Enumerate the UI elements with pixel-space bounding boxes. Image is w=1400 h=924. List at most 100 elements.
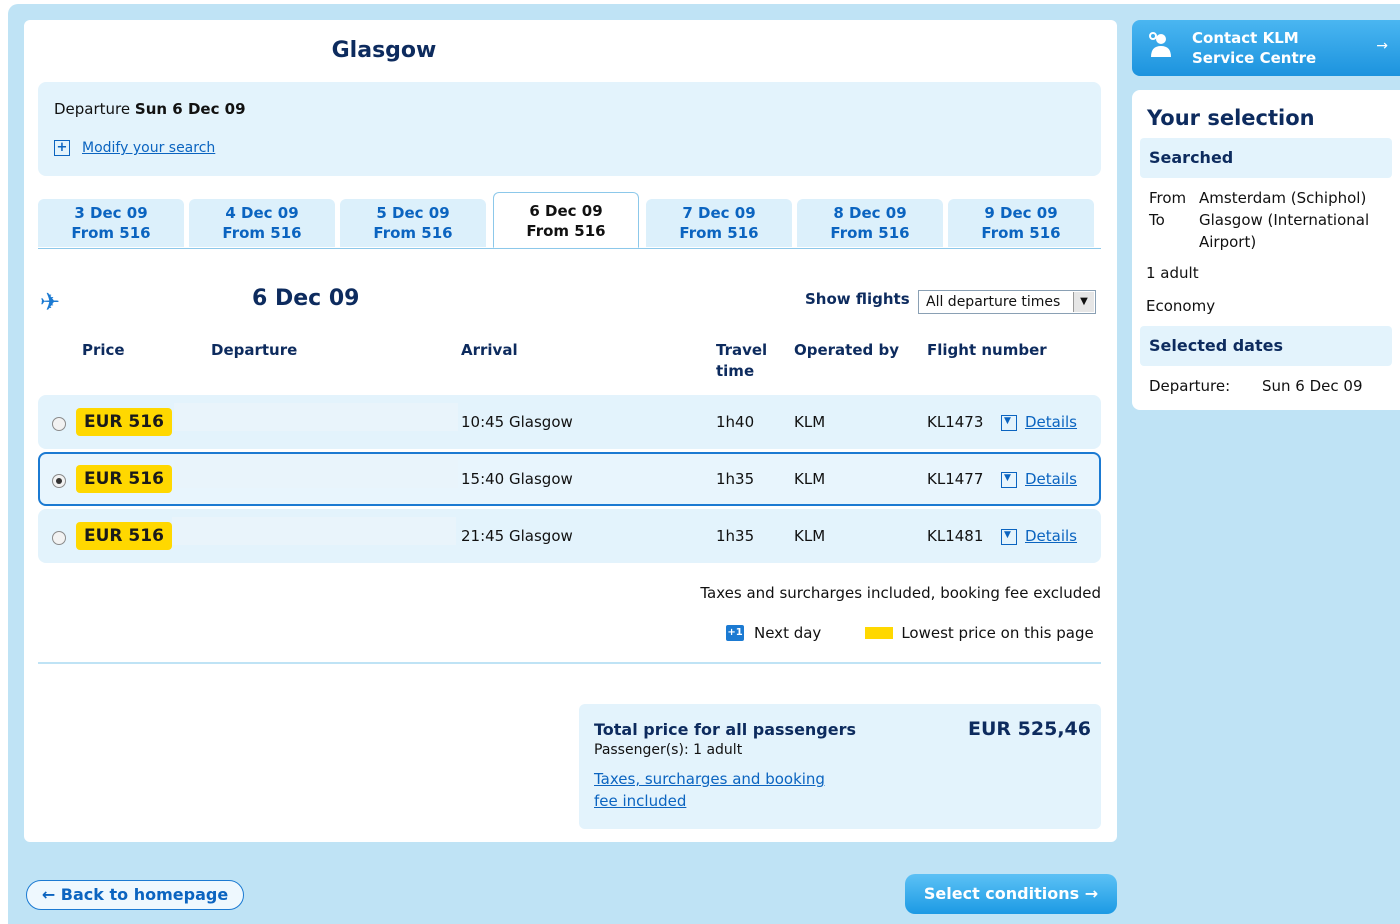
search-summary: Departure Sun 6 Dec 09 + Modify your sea…	[38, 82, 1101, 176]
details-link[interactable]: Details	[1025, 470, 1077, 488]
arrival-cell: 21:45 Glasgow	[461, 527, 573, 545]
flight-radio[interactable]	[52, 417, 66, 431]
cabin-class: Economy	[1146, 297, 1216, 315]
tab-price: From 516	[373, 224, 453, 242]
total-label: Total price for all passengers	[594, 720, 857, 739]
flight-row[interactable]: EUR 516 10:45 Glasgow 1h40 KLM KL1473 De…	[38, 395, 1101, 449]
tab-price: From 516	[222, 224, 302, 242]
col-travel-time: Travel time	[716, 340, 767, 382]
lowest-price-swatch	[865, 627, 894, 639]
chevron-down-icon[interactable]: ▼	[1073, 292, 1094, 312]
col-flight-number: Flight number	[927, 341, 1047, 359]
passenger-count: 1 adult	[1146, 264, 1199, 282]
arrival-cell: 10:45 Glasgow	[461, 413, 573, 431]
tab-price: From 516	[679, 224, 759, 242]
departure-date-value: Sun 6 Dec 09	[1262, 377, 1363, 395]
your-selection-panel: Your selection Searched From Amsterdam (…	[1132, 90, 1400, 410]
next-day-badge: +1	[726, 625, 744, 641]
flight-number-cell: KL1481	[927, 527, 984, 545]
legend: +1 Next day Lowest price on this page	[726, 624, 1094, 642]
modify-search-link[interactable]: Modify your search	[82, 140, 215, 156]
tab-3-dec[interactable]: 3 Dec 09 From 516	[38, 199, 184, 247]
plus-icon[interactable]: +	[54, 140, 70, 156]
select-conditions-button[interactable]: Select conditions →	[905, 874, 1117, 914]
plane-icon: ✈	[40, 288, 61, 316]
tab-4-dec[interactable]: 4 Dec 09 From 516	[189, 199, 335, 247]
expand-icon[interactable]	[1001, 471, 1017, 488]
tab-8-dec[interactable]: 8 Dec 09 From 516	[797, 199, 943, 247]
details-toggle[interactable]: Details	[1001, 413, 1077, 431]
travel-time-cell: 1h35	[716, 470, 755, 488]
show-flights-label: Show flights	[805, 290, 910, 308]
tab-price: From 516	[526, 222, 606, 240]
flight-row[interactable]: EUR 516 21:45 Glasgow 1h35 KLM KL1481 De…	[38, 509, 1101, 563]
expand-icon[interactable]	[1001, 528, 1017, 545]
price-badge: EUR 516	[76, 465, 172, 493]
col-arrival: Arrival	[461, 341, 518, 359]
tab-price: From 516	[71, 224, 151, 242]
flight-row-selected[interactable]: EUR 516 15:40 Glasgow 1h35 KLM KL1477 De…	[38, 452, 1101, 506]
total-price-box: Total price for all passengers Passenger…	[579, 704, 1101, 829]
from-label: From	[1149, 189, 1187, 207]
tab-5-dec[interactable]: 5 Dec 09 From 516	[340, 199, 486, 247]
departure-times-select[interactable]: All departure times ▼	[918, 290, 1096, 314]
col-travel-time-line1: Travel	[716, 341, 768, 359]
departure-label: Departure	[54, 100, 131, 118]
tab-date: 6 Dec 09	[529, 202, 603, 220]
modify-search[interactable]: + Modify your search	[54, 140, 215, 156]
flight-number-cell: KL1473	[927, 413, 984, 431]
flights-date: 6 Dec 09	[252, 286, 360, 311]
taxes-link[interactable]: Taxes, surcharges and booking fee includ…	[594, 770, 825, 810]
departure-cell	[174, 403, 458, 431]
main-panel: Glasgow Departure Sun 6 Dec 09 + Modify …	[24, 20, 1117, 842]
contact-label: Contact KLM Service Centre	[1192, 28, 1316, 68]
tab-9-dec[interactable]: 9 Dec 09 From 516	[948, 199, 1094, 247]
selected-dates-header: Selected dates	[1140, 326, 1392, 366]
departure-line: Departure Sun 6 Dec 09	[54, 100, 246, 118]
departure-cell	[174, 460, 458, 488]
travel-time-cell: 1h35	[716, 527, 755, 545]
price-badge: EUR 516	[76, 408, 172, 436]
divider	[38, 662, 1101, 664]
tab-date: 3 Dec 09	[74, 204, 148, 222]
tab-price: From 516	[830, 224, 910, 242]
details-link[interactable]: Details	[1025, 527, 1077, 545]
tab-date: 8 Dec 09	[833, 204, 907, 222]
operator-cell: KLM	[794, 527, 826, 545]
support-person-icon	[1148, 32, 1174, 64]
to-value: Glasgow (International Airport)	[1199, 211, 1370, 251]
flight-radio[interactable]	[52, 531, 66, 545]
to-label: To	[1149, 211, 1165, 229]
departure-value: Sun 6 Dec 09	[134, 100, 246, 118]
date-tabs: 3 Dec 09 From 516 4 Dec 09 From 516 5 Dec …	[38, 192, 1101, 249]
flight-radio-checked[interactable]	[52, 474, 66, 488]
travel-time-cell: 1h40	[716, 413, 755, 431]
tax-note: Taxes and surcharges included, booking f…	[700, 584, 1101, 602]
lowest-price-label: Lowest price on this page	[901, 624, 1094, 642]
expand-icon[interactable]	[1001, 414, 1017, 431]
tab-date: 5 Dec 09	[376, 204, 450, 222]
contact-line2: Service Centre	[1192, 49, 1317, 67]
details-toggle[interactable]: Details	[1001, 527, 1077, 545]
operator-cell: KLM	[794, 470, 826, 488]
back-to-homepage-button[interactable]: ← Back to homepage	[26, 880, 244, 910]
tab-7-dec[interactable]: 7 Dec 09 From 516	[646, 199, 792, 247]
col-travel-time-line2: time	[716, 362, 755, 380]
tab-6-dec-active[interactable]: 6 Dec 09 From 516	[493, 192, 639, 248]
tab-date: 9 Dec 09	[984, 204, 1058, 222]
tab-date: 4 Dec 09	[225, 204, 299, 222]
next-day-label: Next day	[754, 624, 822, 642]
total-amount: EUR 525,46	[968, 718, 1091, 740]
page-title: Glasgow	[331, 38, 437, 63]
contact-service-centre-button[interactable]: Contact KLM Service Centre →	[1132, 20, 1400, 76]
searched-header: Searched	[1140, 138, 1392, 178]
arrival-cell: 15:40 Glasgow	[461, 470, 573, 488]
details-link[interactable]: Details	[1025, 413, 1077, 431]
price-badge: EUR 516	[76, 522, 172, 550]
contact-line1: Contact KLM	[1192, 29, 1299, 47]
departure-cell	[172, 517, 456, 545]
select-value: All departure times	[926, 294, 1061, 310]
passengers-line: Passenger(s): 1 adult	[594, 742, 743, 758]
col-departure: Departure	[211, 341, 298, 359]
details-toggle[interactable]: Details	[1001, 470, 1077, 488]
